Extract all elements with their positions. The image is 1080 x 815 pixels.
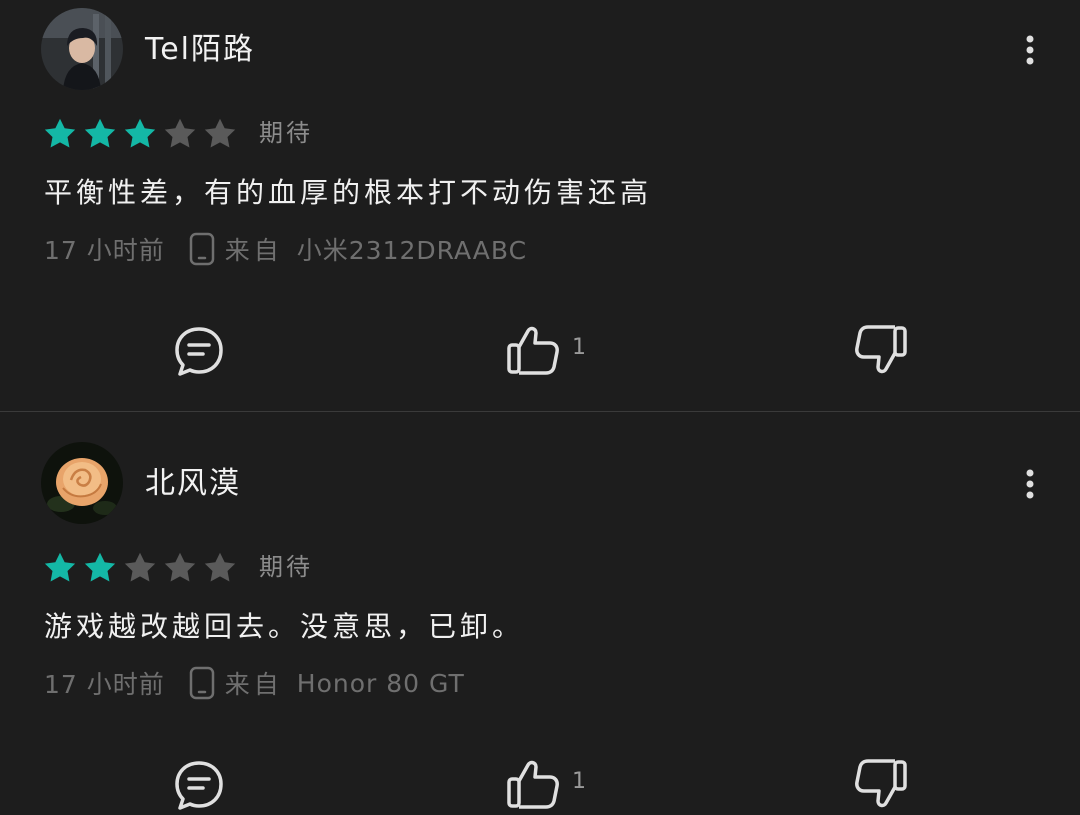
review-content[interactable]: 平衡性差，有的血厚的根本打不动伤害还高 xyxy=(44,174,652,212)
username[interactable]: 北风漠 xyxy=(145,464,241,504)
avatar-image xyxy=(41,8,123,90)
star-empty-icon xyxy=(124,552,156,582)
more-vertical-icon xyxy=(1026,35,1034,65)
review-card: Tel陌路 期待 平衡性差，有的血厚的根本打不动伤害还高 17 小时前 来自 小… xyxy=(0,0,1080,411)
device-name: 小米2312DRAABC xyxy=(296,236,528,265)
rating-label: 期待 xyxy=(259,553,313,581)
avatar[interactable] xyxy=(41,8,123,90)
star-filled-icon xyxy=(124,118,156,148)
like-count: 1 xyxy=(572,334,586,360)
reply-button[interactable] xyxy=(172,755,226,815)
avatar-image xyxy=(41,442,123,524)
review-content[interactable]: 游戏越改越回去。没意思，已卸。 xyxy=(44,608,524,646)
star-filled-icon xyxy=(84,552,116,582)
more-options-button[interactable] xyxy=(1012,26,1048,74)
thumbs-down-icon xyxy=(855,759,907,808)
from-label: 来自 xyxy=(224,670,283,699)
phone-icon xyxy=(189,666,215,700)
post-time: 17 小时前 xyxy=(44,236,165,265)
rating-label: 期待 xyxy=(259,119,313,147)
star-filled-icon xyxy=(44,552,76,582)
thumbs-up-icon xyxy=(507,326,559,375)
dislike-button[interactable] xyxy=(854,754,908,814)
review-meta: 17 小时前 来自 小米2312DRAABC xyxy=(44,231,527,267)
star-rating xyxy=(42,550,242,586)
like-button[interactable]: 1 xyxy=(506,320,586,380)
phone-icon xyxy=(189,232,215,266)
more-vertical-icon xyxy=(1026,469,1034,499)
like-button[interactable]: 1 xyxy=(506,754,586,814)
username[interactable]: Tel陌路 xyxy=(145,30,255,70)
star-empty-icon xyxy=(164,552,196,582)
from-label: 来自 xyxy=(224,236,283,265)
comment-icon xyxy=(175,327,223,376)
more-options-button[interactable] xyxy=(1012,460,1048,508)
star-empty-icon xyxy=(164,118,196,148)
avatar[interactable] xyxy=(41,442,123,524)
dislike-button[interactable] xyxy=(854,320,908,380)
star-empty-icon xyxy=(204,118,236,148)
comment-icon xyxy=(175,761,223,810)
review-card: 北风漠 期待 游戏越改越回去。没意思，已卸。 17 小时前 来自 Honor 8… xyxy=(0,412,1080,810)
star-filled-icon xyxy=(84,118,116,148)
device-name: Honor 80 GT xyxy=(296,668,465,698)
star-filled-icon xyxy=(44,118,76,148)
like-count: 1 xyxy=(572,768,586,794)
thumbs-up-icon xyxy=(507,760,559,809)
reply-button[interactable] xyxy=(172,321,226,381)
star-empty-icon xyxy=(204,552,236,582)
thumbs-down-icon xyxy=(855,325,907,374)
review-meta: 17 小时前 来自 Honor 80 GT xyxy=(44,665,465,701)
star-rating xyxy=(42,116,242,152)
post-time: 17 小时前 xyxy=(44,670,165,699)
